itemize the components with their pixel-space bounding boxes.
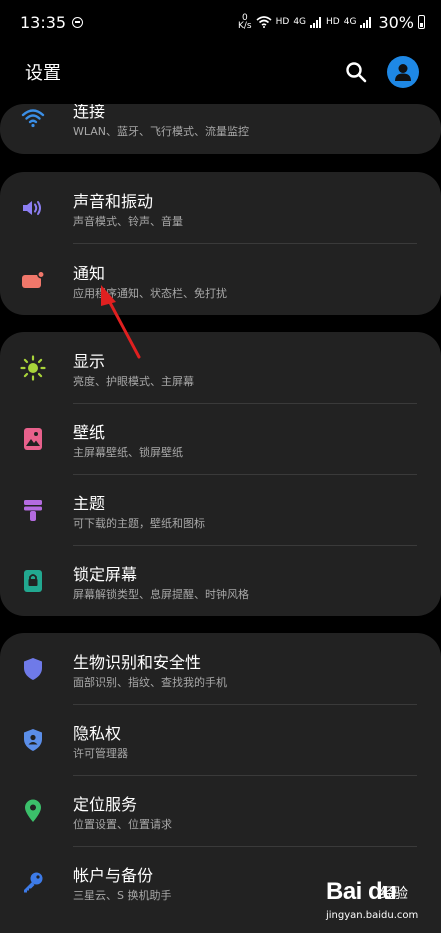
app-header: 设置 [0,44,441,100]
baidu-watermark: Bai du 经验 jingyan.baidu.com [322,878,437,928]
wifi-icon [20,106,46,130]
settings-item-subtitle: 应用程序通知、状态栏、免打扰 [73,287,227,300]
settings-item-title: 隐私权 [73,724,122,743]
settings-item-subtitle: 亮度、护眼模式、主屏幕 [73,375,194,388]
network-type-1: 4G [293,17,307,27]
status-time: 13:35 [20,12,67,32]
net-speed: 0 K/s [238,14,252,31]
settings-group-connections: 连接 WLAN、蓝牙、飞行模式、流量监控 [0,104,441,154]
location-pin-icon [20,799,46,823]
settings-group-display: 显示 亮度、护眼模式、主屏幕 壁纸 主屏幕壁纸、锁屏壁纸 主题 可下载的主题，壁… [0,332,441,616]
header-actions [345,56,419,88]
settings-item-title: 锁定屏幕 [73,565,138,584]
wifi-icon [256,16,272,28]
status-right: 0 K/s HD 4G HD 4G 30% [238,13,425,32]
settings-item-location[interactable]: 定位服务 位置设置、位置请求 [0,775,441,846]
settings-group-sound-notifications: 声音和振动 声音模式、铃声、音量 通知 应用程序通知、状态栏、免打扰 [0,172,441,315]
do-not-disturb-icon [72,16,84,28]
wallpaper-icon [20,427,46,451]
settings-item-subtitle: 三星云、S 换机助手 [73,889,172,902]
settings-item-title: 声音和振动 [73,192,154,211]
settings-item-themes[interactable]: 主题 可下载的主题，壁纸和图标 [0,474,441,545]
network-type-2: 4G [343,17,357,27]
watermark-jingyan: 经验 [380,886,408,902]
search-icon[interactable] [345,61,367,83]
notification-icon [20,268,46,292]
status-left: 13:35 [20,12,84,32]
settings-item-title: 帐户与备份 [73,866,154,885]
settings-item-subtitle: WLAN、蓝牙、飞行模式、流量监控 [73,125,250,138]
theme-brush-icon [20,498,46,522]
settings-item-title: 连接 [73,104,106,121]
hd-badge-2: HD [326,17,340,27]
settings-item-subtitle: 面部识别、指纹、查找我的手机 [73,676,227,689]
settings-item-sound[interactable]: 声音和振动 声音模式、铃声、音量 [0,172,441,243]
settings-item-biometrics[interactable]: 生物识别和安全性 面部识别、指纹、查找我的手机 [0,633,441,704]
settings-item-subtitle: 可下载的主题，壁纸和图标 [73,517,205,530]
battery-icon [418,15,425,29]
settings-item-subtitle: 屏幕解锁类型、息屏提醒、时钟风格 [73,588,249,601]
lock-screen-icon [20,569,46,593]
settings-item-title: 通知 [73,264,106,283]
hd-badge-1: HD [275,17,290,27]
account-avatar-icon [395,64,411,81]
shield-icon [20,657,46,681]
settings-item-title: 定位服务 [73,795,138,814]
volume-icon [20,196,46,220]
key-icon [20,870,46,894]
net-speed-unit: K/s [238,21,252,31]
settings-item-connections[interactable]: 连接 WLAN、蓝牙、飞行模式、流量监控 [0,104,441,153]
settings-item-subtitle: 许可管理器 [73,747,128,760]
settings-item-subtitle: 主屏幕壁纸、锁屏壁纸 [73,446,183,459]
settings-item-notifications[interactable]: 通知 应用程序通知、状态栏、免打扰 [0,244,441,315]
settings-item-subtitle: 声音模式、铃声、音量 [73,215,183,228]
settings-item-title: 壁纸 [73,423,106,442]
cellular-signal-icon [310,16,322,28]
brightness-icon [20,355,46,381]
settings-item-display[interactable]: 显示 亮度、护眼模式、主屏幕 [0,332,441,403]
status-bar: 13:35 0 K/s HD 4G HD 4G 30% [0,0,441,44]
settings-item-subtitle: 位置设置、位置请求 [73,818,172,831]
page-title: 设置 [25,63,61,84]
settings-item-lock-screen[interactable]: 锁定屏幕 屏幕解锁类型、息屏提醒、时钟风格 [0,545,441,616]
battery-percent: 30% [378,12,414,32]
account-avatar[interactable] [387,56,419,88]
privacy-shield-icon [20,728,46,752]
settings-item-title: 显示 [73,352,106,371]
settings-item-title: 生物识别和安全性 [73,653,202,672]
settings-item-privacy[interactable]: 隐私权 许可管理器 [0,704,441,775]
watermark-url: jingyan.baidu.com [326,910,419,921]
settings-item-title: 主题 [73,494,106,513]
settings-item-wallpaper[interactable]: 壁纸 主屏幕壁纸、锁屏壁纸 [0,403,441,474]
cellular-signal-icon [360,16,372,28]
